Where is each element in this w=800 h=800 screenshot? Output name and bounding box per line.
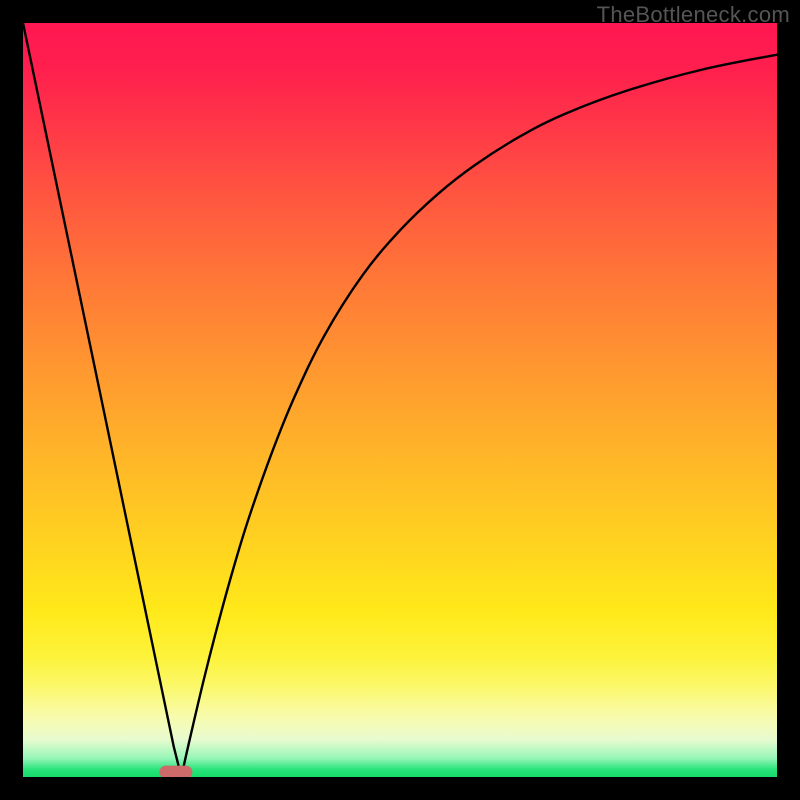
optimal-marker xyxy=(159,765,192,777)
bottleneck-curve xyxy=(23,23,777,777)
chart-frame: TheBottleneck.com xyxy=(0,0,800,800)
curve-layer xyxy=(23,23,777,777)
watermark-text: TheBottleneck.com xyxy=(597,2,790,28)
plot-area xyxy=(23,23,777,777)
